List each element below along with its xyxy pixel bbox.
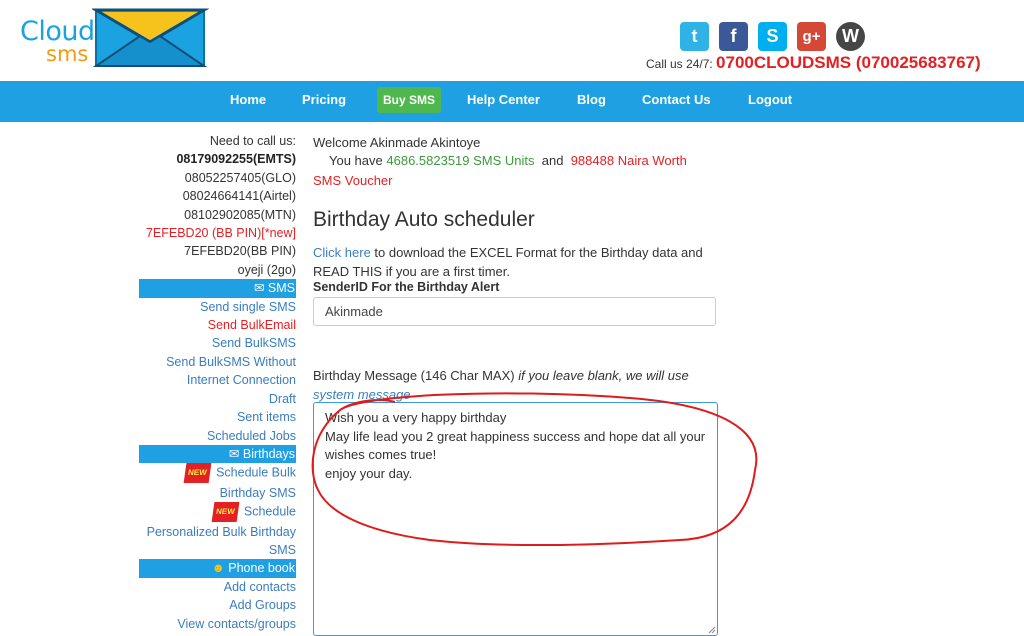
sidebar-item-send-single[interactable]: Send single SMS — [139, 298, 296, 316]
sms-units-value: 4686.5823519 SMS Units — [386, 153, 535, 168]
message-hint: if you leave blank, we will use — [518, 368, 689, 383]
nav-buy-sms-button[interactable]: Buy SMS — [377, 87, 442, 113]
units-prefix: You have — [329, 153, 383, 168]
message-label-text: Birthday Message (146 Char MAX) — [313, 368, 519, 383]
sidebar-item-personalized-line1[interactable]: Personalized Bulk Birthday — [139, 523, 296, 541]
sidebar-item-draft[interactable]: Draft — [139, 390, 296, 408]
social-links: t f S g+ W — [680, 22, 865, 51]
sidebar-section-sms: ✉ SMS — [139, 279, 296, 298]
phone-airtel: 08024664141(Airtel) — [182, 189, 296, 204]
bb-pin: 7EFEBD20(BB PIN) — [184, 244, 296, 259]
senderid-label: SenderID For the Birthday Alert — [313, 280, 500, 294]
sidebar-item-view-contacts[interactable]: View contacts/groups — [139, 615, 296, 633]
page-title: Birthday Auto scheduler — [313, 208, 535, 231]
twitter-icon[interactable]: t — [680, 22, 709, 51]
phone-mtn: 08102902085(MTN) — [184, 207, 296, 222]
download-info: Click here to download the EXCEL Format … — [313, 243, 718, 281]
phone-glo: 08052257405(GLO) — [184, 170, 296, 185]
resize-handle-icon[interactable] — [708, 626, 716, 634]
cloudsms-logo[interactable]: Cloud sms — [20, 4, 210, 70]
envelope-icon — [92, 8, 210, 67]
sidebar-item-add-contacts[interactable]: Add contacts — [139, 578, 296, 596]
nav-help-center[interactable]: Help Center — [467, 92, 540, 107]
new-badge-icon: NEW — [211, 502, 240, 523]
schedule-bulk-label: Schedule Bulk — [216, 465, 296, 480]
call-us: Call us 24/7: 0700CLOUDSMS (070025683767… — [646, 53, 981, 73]
sidebar-item-add-groups[interactable]: Add Groups — [139, 596, 296, 614]
twogo-id: oyeji (2go) — [237, 262, 296, 277]
main-nav: Home Pricing Buy SMS Help Center Blog Co… — [0, 81, 1024, 122]
mail-icon: ✉ — [253, 281, 265, 296]
nav-logout[interactable]: Logout — [748, 92, 792, 107]
callus-prefix: Call us 24/7: — [646, 57, 713, 71]
units-and: and — [541, 153, 564, 168]
welcome-text: Welcome Akinmade Akintoye — [313, 135, 481, 150]
sidebar-section-phonebook: ☻ Phone book — [139, 559, 296, 578]
phonebook-section-label: Phone book — [228, 561, 295, 576]
sidebar-item-schedule[interactable]: NEW Schedule — [139, 502, 296, 523]
new-badge-icon: NEW — [183, 463, 212, 484]
annotation-circle — [311, 392, 758, 546]
sidebar-item-send-bulkemail[interactable]: Send BulkEmail — [139, 316, 296, 334]
mail-icon: ✉ — [228, 446, 240, 461]
sidebar: Need to call us: 08179092255(EMTS) 08052… — [139, 132, 296, 633]
nav-pricing[interactable]: Pricing — [302, 92, 346, 107]
sidebar-item-send-without-line1[interactable]: Send BulkSMS Without — [139, 353, 296, 371]
people-icon: ☻ — [211, 561, 225, 576]
senderid-input[interactable] — [313, 297, 716, 326]
units-line: You have 4686.5823519 SMS Units and 9884… — [329, 153, 687, 168]
nav-home[interactable]: Home — [230, 92, 266, 107]
sidebar-section-birthdays: ✉ Birthdays — [139, 444, 296, 464]
naira-value: 988488 Naira Worth — [570, 153, 687, 168]
sidebar-item-scheduled[interactable]: Scheduled Jobs — [139, 427, 296, 445]
nav-contact-us[interactable]: Contact Us — [642, 92, 711, 107]
schedule-label: Schedule — [243, 504, 296, 519]
need-call-label: Need to call us: — [209, 134, 296, 148]
facebook-icon[interactable]: f — [719, 22, 748, 51]
sidebar-item-send-without-line2[interactable]: Internet Connection — [139, 371, 296, 389]
birthdays-section-label: Birthdays — [242, 446, 295, 461]
download-info-text: to download the EXCEL Format for the Bir… — [313, 245, 703, 279]
sidebar-item-schedule-bulk-line2[interactable]: Birthday SMS — [139, 484, 296, 502]
click-here-link[interactable]: Click here — [313, 245, 371, 260]
phone-emts: 08179092255(EMTS) — [176, 152, 296, 167]
sidebar-item-sent[interactable]: Sent items — [139, 408, 296, 426]
skype-icon[interactable]: S — [758, 22, 787, 51]
sms-section-label: SMS — [267, 281, 295, 296]
google-plus-icon[interactable]: g+ — [797, 22, 826, 51]
nav-blog[interactable]: Blog — [577, 92, 606, 107]
sms-voucher-label: SMS Voucher — [313, 173, 393, 188]
callus-number: 0700CLOUDSMS (070025683767) — [716, 53, 981, 72]
sidebar-item-personalized-line2[interactable]: SMS — [139, 541, 296, 559]
sidebar-item-send-bulksms[interactable]: Send BulkSMS — [139, 334, 296, 352]
sidebar-item-schedule-bulk-line1[interactable]: NEW Schedule Bulk — [139, 463, 296, 484]
logo-text-sms: sms — [46, 42, 89, 66]
bb-pin-new: 7EFEBD20 (BB PIN)[*new] — [145, 226, 296, 241]
wordpress-icon[interactable]: W — [836, 22, 865, 51]
